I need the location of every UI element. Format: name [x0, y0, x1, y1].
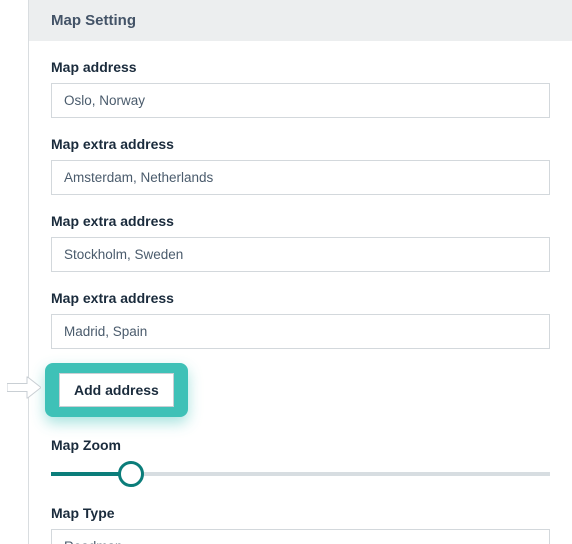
field-extra-address-3: Map extra address — [51, 290, 550, 349]
label-extra-address-1: Map extra address — [51, 136, 550, 152]
slider-thumb[interactable] — [118, 461, 144, 487]
label-extra-address-3: Map extra address — [51, 290, 550, 306]
map-settings-panel: Map Setting Map address Map extra addres… — [28, 0, 572, 544]
label-map-type: Map Type — [51, 505, 550, 521]
field-map-zoom: Map Zoom — [51, 437, 550, 487]
label-extra-address-2: Map extra address — [51, 213, 550, 229]
section-body: Map address Map extra address Map extra … — [29, 41, 572, 544]
input-extra-address-1[interactable] — [51, 160, 550, 195]
map-zoom-slider[interactable] — [51, 461, 550, 487]
field-extra-address-1: Map extra address — [51, 136, 550, 195]
label-map-address: Map address — [51, 59, 550, 75]
add-address-highlight: Add address — [45, 363, 188, 417]
input-extra-address-3[interactable] — [51, 314, 550, 349]
select-map-type[interactable] — [51, 529, 550, 544]
input-extra-address-2[interactable] — [51, 237, 550, 272]
arrow-right-icon — [7, 377, 41, 404]
label-map-zoom: Map Zoom — [51, 437, 550, 453]
field-map-type: Map Type — [51, 505, 550, 544]
field-extra-address-2: Map extra address — [51, 213, 550, 272]
add-address-button[interactable]: Add address — [59, 373, 174, 407]
input-map-address[interactable] — [51, 83, 550, 118]
section-header: Map Setting — [29, 0, 572, 41]
field-map-address: Map address — [51, 59, 550, 118]
